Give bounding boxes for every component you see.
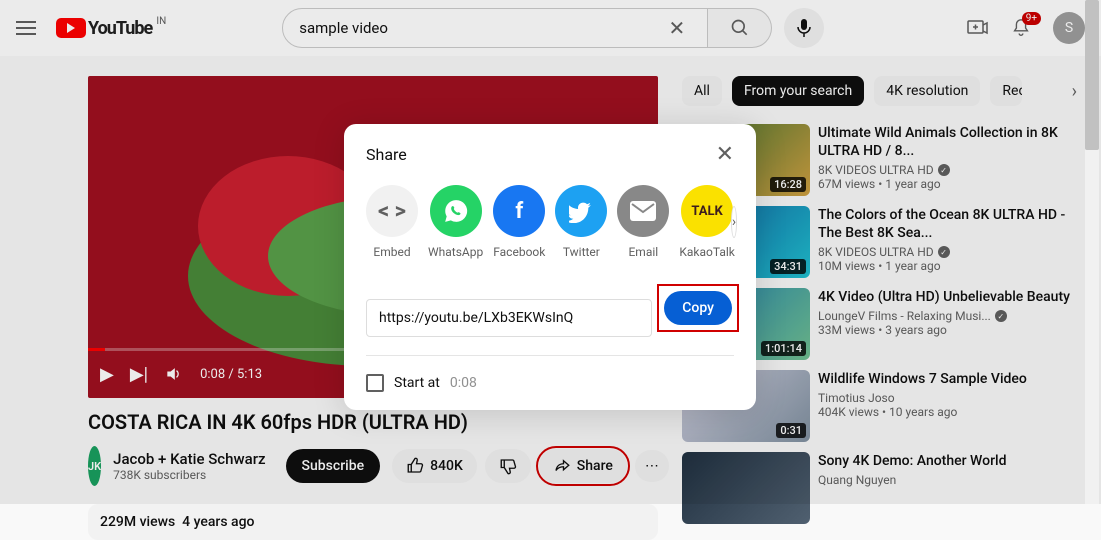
- start-at-time: 0:08: [450, 375, 477, 391]
- share-url-input[interactable]: [379, 310, 639, 326]
- share-targets: < > Embed WhatsApp f Facebook Twitter Em…: [366, 185, 734, 259]
- share-twitter[interactable]: Twitter: [555, 185, 607, 259]
- copy-button[interactable]: Copy: [664, 291, 732, 325]
- share-whatsapp[interactable]: WhatsApp: [428, 185, 483, 259]
- page-scrollbar[interactable]: [1085, 0, 1099, 504]
- targets-next-icon[interactable]: ›: [731, 206, 737, 238]
- share-embed[interactable]: < > Embed: [366, 185, 418, 259]
- start-at-row: Start at 0:08: [366, 374, 734, 392]
- dialog-title: Share: [366, 145, 407, 164]
- share-facebook[interactable]: f Facebook: [493, 185, 545, 259]
- start-at-checkbox[interactable]: [366, 374, 384, 392]
- start-at-label: Start at: [394, 375, 440, 391]
- share-email[interactable]: Email: [617, 185, 669, 259]
- share-kakaotalk[interactable]: TALK KakaoTalk: [679, 185, 735, 259]
- share-url-box: [366, 299, 652, 337]
- close-icon[interactable]: ✕: [716, 142, 734, 167]
- video-stats[interactable]: 229M views 4 years ago: [88, 504, 658, 540]
- share-dialog: Share ✕ < > Embed WhatsApp f Facebook Tw…: [344, 124, 756, 410]
